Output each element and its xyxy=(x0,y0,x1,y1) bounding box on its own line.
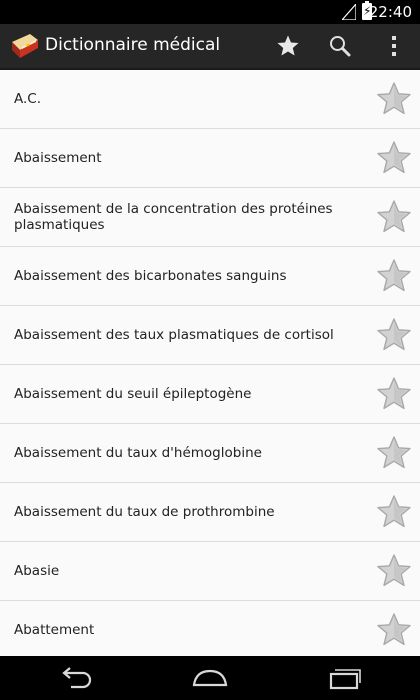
entry-label: Abaissement du taux d'hémoglobine xyxy=(14,445,262,461)
entry-label: Abaissement du seuil épileptogène xyxy=(14,386,252,402)
overflow-menu-icon xyxy=(392,36,396,56)
entry-label: Abattement xyxy=(14,622,95,638)
list-item[interactable]: Abaissement de la concentration des prot… xyxy=(0,188,420,247)
entry-label: Abaissement xyxy=(14,150,102,166)
list-item[interactable]: A.C. xyxy=(0,70,420,129)
list-item[interactable]: Abaissement du taux de prothrombine xyxy=(0,483,420,542)
list-item[interactable]: Abaissement du seuil épileptogène xyxy=(0,365,420,424)
entry-label: A.C. xyxy=(14,91,42,107)
entry-label: Abaissement des taux plasmatiques de cor… xyxy=(14,327,334,343)
signal-icon xyxy=(342,4,356,20)
action-bar: Dictionnaire médical xyxy=(0,24,420,70)
recents-icon xyxy=(329,669,361,690)
list-item[interactable]: Abasie xyxy=(0,542,420,601)
favorite-star-icon[interactable] xyxy=(376,199,412,235)
book-icon[interactable] xyxy=(10,32,40,60)
search-button[interactable] xyxy=(318,24,362,68)
favorite-star-icon[interactable] xyxy=(376,258,412,294)
dictionary-list[interactable]: A.C. Abaissement Abaissement de la conce… xyxy=(0,70,420,656)
list-item[interactable]: Abattement xyxy=(0,601,420,656)
home-icon xyxy=(192,669,228,687)
navigation-bar xyxy=(0,656,420,700)
search-icon xyxy=(330,36,351,57)
back-button[interactable] xyxy=(35,656,115,700)
overflow-menu-button[interactable] xyxy=(372,24,416,68)
list-item[interactable]: Abaissement des bicarbonates sanguins xyxy=(0,247,420,306)
favorite-star-icon[interactable] xyxy=(376,553,412,589)
list-item[interactable]: Abaissement du taux d'hémoglobine xyxy=(0,424,420,483)
list-item[interactable]: Abaissement xyxy=(0,129,420,188)
entry-label: Abasie xyxy=(14,563,60,579)
back-icon xyxy=(62,667,92,689)
favorite-star-icon[interactable] xyxy=(376,376,412,412)
app-title: Dictionnaire médical xyxy=(45,35,221,55)
home-button[interactable] xyxy=(170,656,250,700)
status-time: 22:40 xyxy=(368,3,412,21)
favorite-star-icon[interactable] xyxy=(376,317,412,353)
favorite-star-icon[interactable] xyxy=(376,612,412,648)
favorite-star-icon[interactable] xyxy=(376,435,412,471)
list-item[interactable]: Abaissement des taux plasmatiques de cor… xyxy=(0,306,420,365)
status-bar: ⚡ 22:40 xyxy=(0,0,420,24)
star-icon xyxy=(277,35,299,56)
favorite-star-icon[interactable] xyxy=(376,81,412,117)
recents-button[interactable] xyxy=(305,656,385,700)
entry-label: Abaissement des bicarbonates sanguins xyxy=(14,268,287,284)
entry-label: Abaissement du taux de prothrombine xyxy=(14,504,275,520)
favorite-star-icon[interactable] xyxy=(376,140,412,176)
favorites-button[interactable] xyxy=(266,24,310,68)
entry-label: Abaissement de la concentration des prot… xyxy=(14,201,333,233)
favorite-star-icon[interactable] xyxy=(376,494,412,530)
